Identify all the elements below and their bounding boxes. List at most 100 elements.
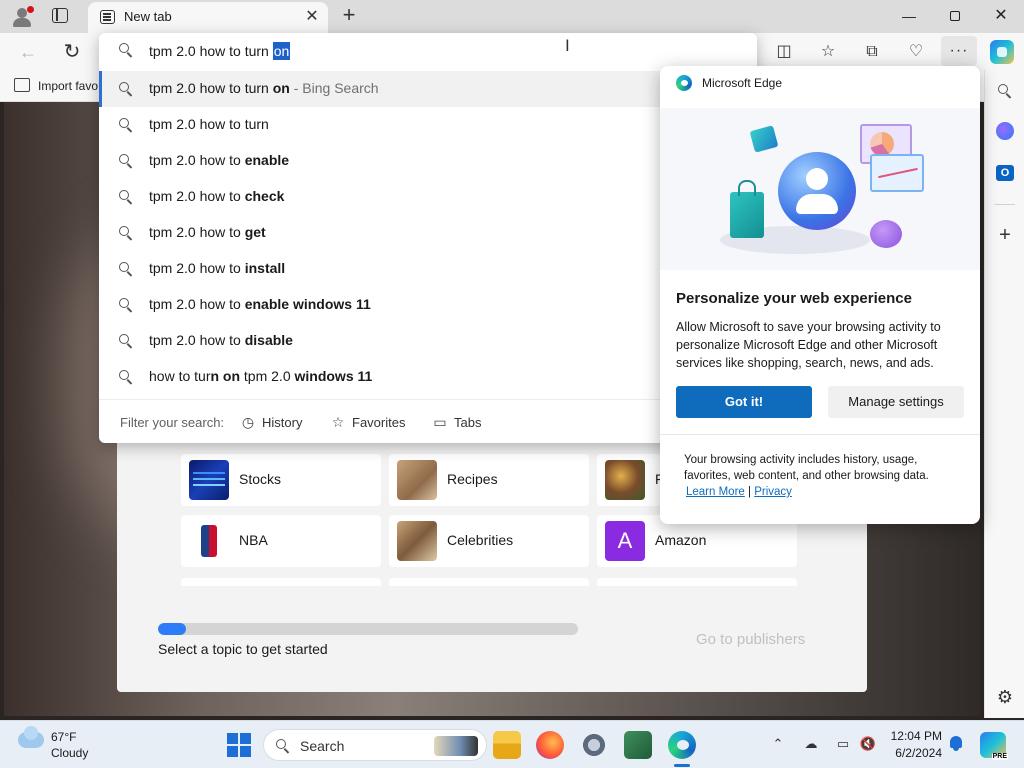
- chart-screen-icon: [870, 154, 924, 192]
- taskbar-search-placeholder: Search: [300, 738, 345, 754]
- display-icon[interactable]: ▭: [833, 734, 853, 754]
- address-bar[interactable]: tpm 2.0 how to turn on I: [99, 33, 757, 71]
- search-icon: [119, 82, 133, 96]
- file-explorer-icon[interactable]: [493, 731, 521, 759]
- topic-tile-celebrities[interactable]: Celebrities: [389, 515, 589, 567]
- sidebar-copilot-icon[interactable]: [994, 120, 1016, 142]
- sidebar-settings-icon[interactable]: ⚙: [994, 686, 1016, 708]
- browser-essentials-icon[interactable]: ♡: [903, 40, 929, 64]
- topic-label: Stocks: [239, 471, 282, 487]
- filter-favorites-button[interactable]: ☆ Favorites: [330, 414, 406, 431]
- preview-badge: PRE: [991, 753, 1008, 760]
- weather-temperature[interactable]: 67°F: [51, 730, 76, 744]
- popup-heading: Personalize your web experience: [676, 290, 912, 307]
- got-it-button[interactable]: Got it!: [676, 386, 812, 418]
- suggestion-item[interactable]: tpm 2.0 how to check: [99, 179, 757, 215]
- profile-icon[interactable]: [10, 5, 34, 27]
- split-screen-icon[interactable]: ◫: [771, 40, 797, 64]
- edge-logo-icon: [676, 75, 692, 91]
- address-bar-dropdown: tpm 2.0 how to turn on I tpm 2.0 how to …: [99, 33, 757, 443]
- amazon-logo-icon: A: [605, 521, 645, 561]
- suggestion-item[interactable]: tpm 2.0 how to turn: [99, 107, 757, 143]
- popup-header: Microsoft Edge: [702, 76, 783, 90]
- food-thumbnail: [605, 460, 645, 500]
- suggestion-item[interactable]: tpm 2.0 how to disable: [99, 323, 757, 359]
- back-button[interactable]: ←: [16, 40, 40, 64]
- copilot-preview-icon[interactable]: PRE: [980, 732, 1008, 760]
- suggestion-item[interactable]: tpm 2.0 how to enable windows 11: [99, 287, 757, 323]
- sidebar: O + ⚙: [984, 70, 1024, 718]
- search-icon: [276, 739, 290, 753]
- suggestion-item[interactable]: tpm 2.0 how to install: [99, 251, 757, 287]
- cloudy-weather-icon[interactable]: [18, 726, 44, 748]
- new-tab-button[interactable]: +: [338, 4, 360, 26]
- suggestion-item[interactable]: tpm 2.0 how to enable: [99, 143, 757, 179]
- notification-bell-icon[interactable]: [949, 736, 963, 752]
- shopping-bag-icon: [730, 180, 764, 238]
- search-icon: [119, 370, 133, 384]
- sidebar-add-icon[interactable]: +: [994, 224, 1016, 246]
- filter-history-button[interactable]: ◷ History: [240, 414, 303, 431]
- collections-icon[interactable]: ⧉: [859, 40, 885, 64]
- topic-label: NBA: [239, 532, 268, 548]
- stocks-thumbnail: [189, 460, 229, 500]
- show-hidden-icons-chevron-icon[interactable]: ⌃: [768, 734, 788, 754]
- import-favorites-link[interactable]: Import favo: [38, 79, 98, 93]
- windows-start-icon[interactable]: [227, 733, 251, 757]
- sidebar-divider: [995, 204, 1015, 205]
- nba-logo-icon: [189, 521, 229, 561]
- search-icon: [119, 226, 133, 240]
- topic-tile-stocks[interactable]: Stocks: [181, 454, 381, 506]
- copilot-icon[interactable]: [990, 40, 1014, 64]
- sidebar-outlook-icon[interactable]: O: [994, 162, 1016, 184]
- tab-actions-icon[interactable]: [52, 8, 68, 23]
- edge-taskbar-icon[interactable]: [668, 731, 696, 759]
- topic-progress-bar: [158, 623, 578, 635]
- popup-body: Allow Microsoft to save your browsing ac…: [676, 320, 941, 370]
- topic-label: Celebrities: [447, 532, 514, 548]
- close-tab-icon[interactable]: ✕: [302, 7, 322, 27]
- firefox-icon[interactable]: [536, 731, 564, 759]
- suggestion-item[interactable]: tpm 2.0 how to turn on - Bing Search: [99, 71, 757, 107]
- user-avatar-icon: [778, 152, 856, 230]
- topic-tile-partial: [597, 578, 797, 586]
- suggestion-item[interactable]: how to turn on tpm 2.0 windows 11: [99, 359, 757, 395]
- learn-more-link[interactable]: Learn More: [686, 486, 745, 498]
- privacy-link[interactable]: Privacy: [754, 486, 792, 498]
- new-tab-page-icon: [100, 10, 115, 24]
- suggestion-item[interactable]: tpm 2.0 how to get: [99, 215, 757, 251]
- clock-time[interactable]: 12:04 PM: [888, 729, 942, 743]
- close-window-button[interactable]: ✕: [978, 3, 1024, 29]
- minimize-button[interactable]: —: [886, 3, 932, 29]
- volume-muted-icon[interactable]: 🔇: [858, 734, 878, 754]
- manage-settings-button[interactable]: Manage settings: [828, 386, 964, 418]
- weather-condition[interactable]: Cloudy: [51, 746, 88, 760]
- sidebar-search-icon[interactable]: [994, 80, 1016, 102]
- topic-tile-nba[interactable]: NBA: [181, 515, 381, 567]
- settings-and-more-icon[interactable]: ···: [941, 36, 977, 66]
- settings-gear-icon[interactable]: [580, 731, 608, 759]
- tab-strip: New tab ✕ + — ✕: [0, 0, 1024, 33]
- search-icon: [119, 154, 133, 168]
- autocomplete-selection: on: [272, 42, 291, 60]
- clock-date[interactable]: 6/2/2024: [888, 746, 942, 760]
- go-to-publishers-button[interactable]: Go to publishers: [696, 631, 805, 648]
- filter-label: Filter your search:: [120, 415, 225, 430]
- address-input[interactable]: tpm 2.0 how to turn on: [149, 42, 291, 60]
- cloud-sync-icon[interactable]: ☁: [801, 734, 821, 754]
- resource-monitor-icon[interactable]: [624, 731, 652, 759]
- tab-new-tab[interactable]: New tab ✕: [88, 2, 328, 33]
- refresh-button[interactable]: ↻: [60, 40, 84, 64]
- search-icon: [119, 334, 133, 348]
- personalization-popup: Microsoft Edge Personalize your web expe…: [660, 66, 980, 524]
- topic-tile-recipes[interactable]: Recipes: [389, 454, 589, 506]
- taskbar-search-box[interactable]: Search: [263, 729, 487, 761]
- popup-links: Learn More | Privacy: [686, 486, 792, 498]
- restore-button[interactable]: [932, 3, 978, 29]
- filter-tabs-button[interactable]: ▭ Tabs: [432, 414, 481, 431]
- link-separator: |: [748, 486, 752, 498]
- search-icon: [119, 118, 133, 132]
- topic-tile-partial: [389, 578, 589, 586]
- favorites-icon[interactable]: ☆: [815, 40, 841, 64]
- tab-title: New tab: [124, 9, 172, 24]
